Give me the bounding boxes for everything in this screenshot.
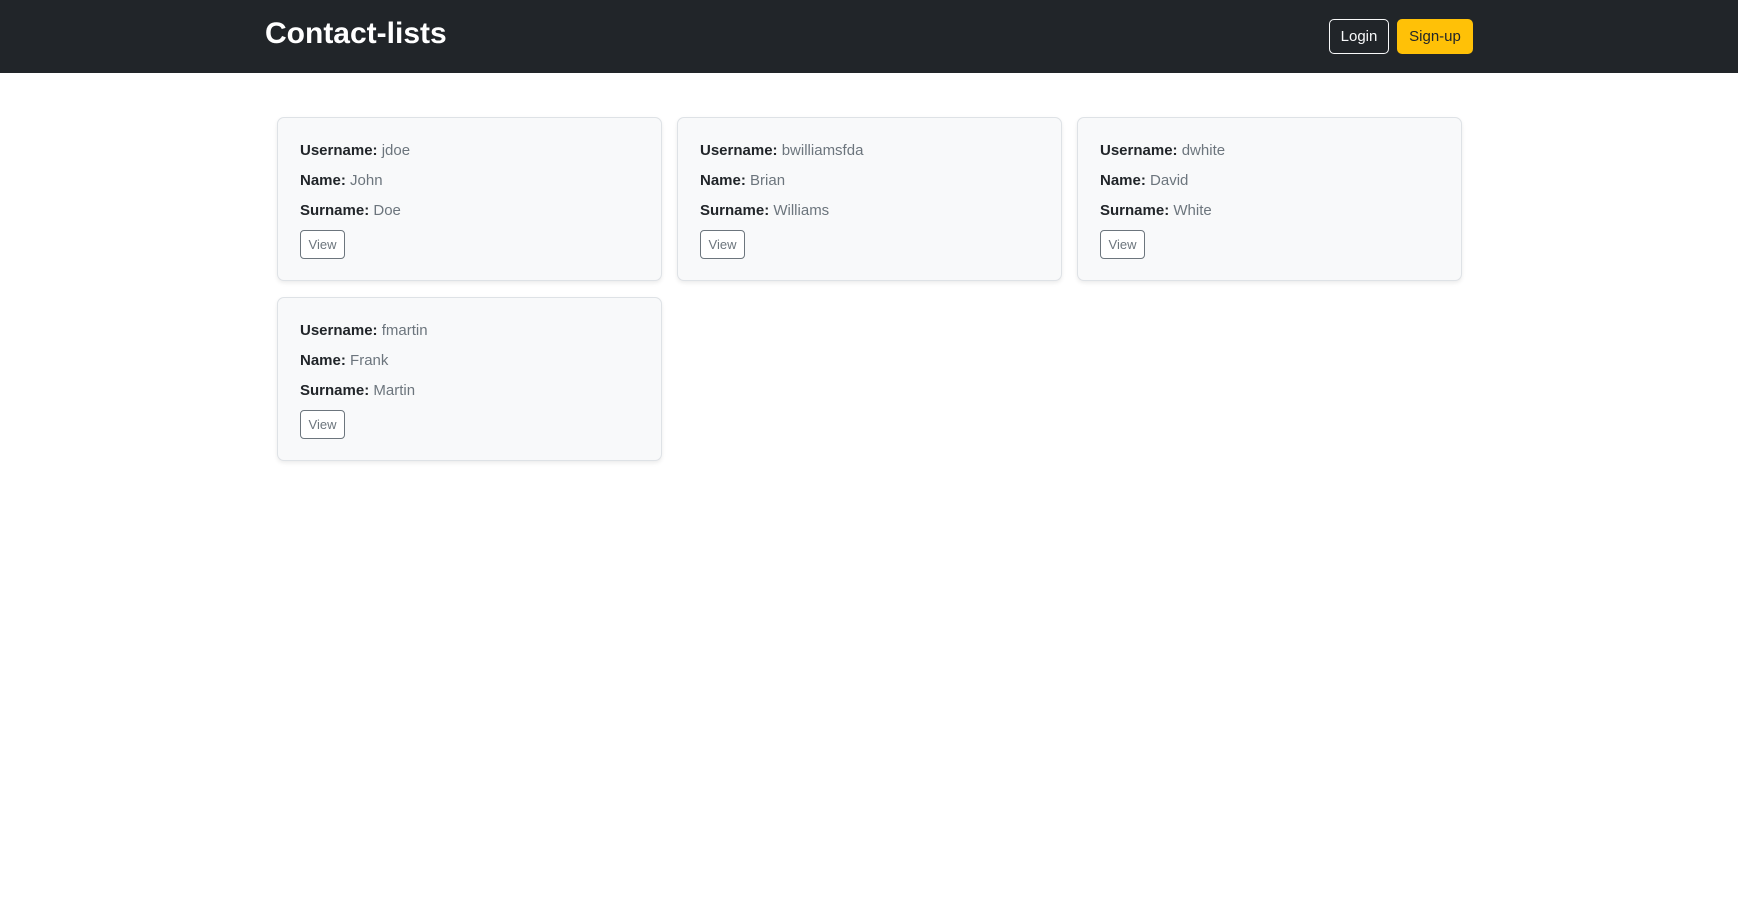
name-label: Name: (700, 172, 746, 189)
name-value: Brian (750, 172, 786, 189)
surname-label: Surname: (1100, 202, 1170, 219)
surname-value: Doe (373, 202, 401, 219)
login-button[interactable]: Login (1329, 19, 1389, 54)
surname-value: Martin (373, 382, 416, 399)
username-label: Username: (300, 322, 378, 339)
name-label: Name: (1100, 172, 1146, 189)
username-field: Username: dwhite (1100, 141, 1225, 161)
view-button[interactable]: View (300, 410, 345, 439)
surname-value: Williams (773, 202, 830, 219)
username-label: Username: (700, 142, 778, 159)
username-value: dwhite (1181, 142, 1226, 159)
name-field: Name: Frank (300, 351, 388, 371)
name-field: Name: John (300, 171, 383, 191)
surname-field: Surname: Williams (700, 201, 829, 221)
signup-button[interactable]: Sign-up (1397, 19, 1473, 54)
contact-card: Username: bwilliamsfda Name: Brian Surna… (677, 117, 1062, 281)
surname-field: Surname: White (1100, 201, 1212, 221)
username-value: fmartin (381, 322, 428, 339)
name-field: Name: Brian (700, 171, 785, 191)
surname-label: Surname: (700, 202, 770, 219)
contact-card: Username: fmartin Name: Frank Surname: M… (277, 297, 662, 461)
username-field: Username: bwilliamsfda (700, 141, 863, 161)
username-label: Username: (1100, 142, 1178, 159)
contact-card: Username: jdoe Name: John Surname: Doe V… (277, 117, 662, 281)
name-value: David (1150, 172, 1189, 189)
surname-label: Surname: (300, 202, 370, 219)
view-button[interactable]: View (700, 230, 745, 259)
brand-title[interactable]: Contact-lists (265, 14, 447, 54)
navbar: Contact-lists Login Sign-up (0, 0, 1738, 73)
username-value: jdoe (381, 142, 411, 159)
username-field: Username: fmartin (300, 321, 428, 341)
name-value: Frank (350, 352, 389, 369)
surname-label: Surname: (300, 382, 370, 399)
contact-card: Username: dwhite Name: David Surname: Wh… (1077, 117, 1462, 281)
username-value: bwilliamsfda (781, 142, 864, 159)
surname-field: Surname: Doe (300, 201, 401, 221)
view-button[interactable]: View (300, 230, 345, 259)
name-label: Name: (300, 172, 346, 189)
view-button[interactable]: View (1100, 230, 1145, 259)
surname-value: White (1173, 202, 1212, 219)
username-field: Username: jdoe (300, 141, 410, 161)
name-value: John (350, 172, 383, 189)
username-label: Username: (300, 142, 378, 159)
name-label: Name: (300, 352, 346, 369)
name-field: Name: David (1100, 171, 1188, 191)
surname-field: Surname: Martin (300, 381, 415, 401)
